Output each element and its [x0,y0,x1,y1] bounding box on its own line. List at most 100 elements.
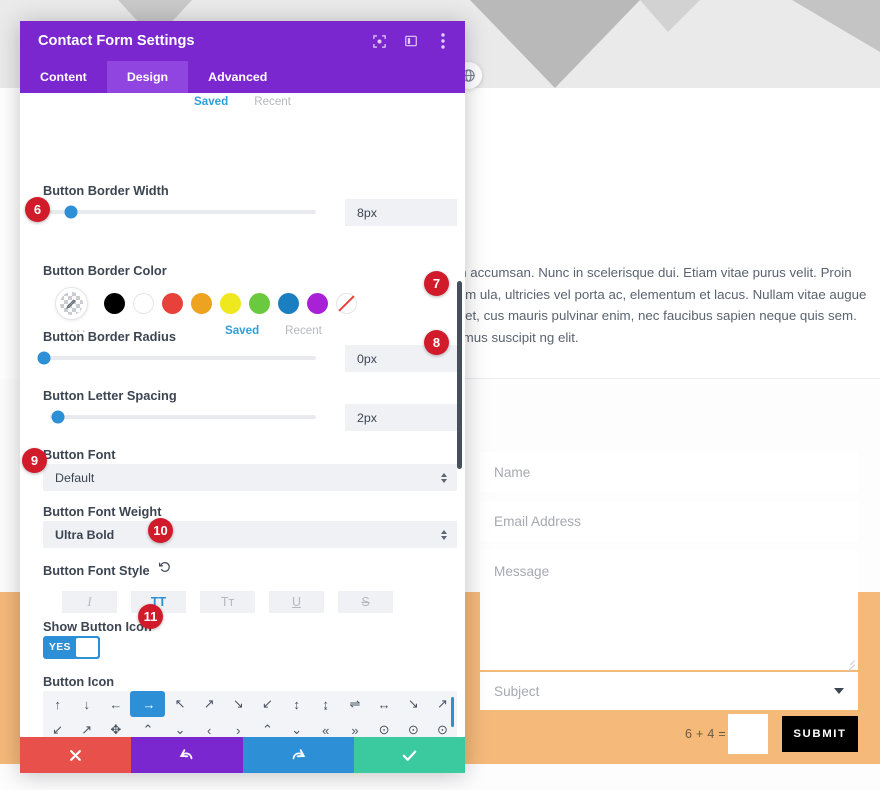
swatch-red[interactable] [162,293,183,314]
icon-option[interactable]: ⌃ [130,717,165,737]
font-style-smallcaps[interactable]: Tᴛ [200,591,255,613]
font-style-header: Button Font Style [43,561,171,579]
redo-button[interactable] [243,737,354,773]
icon-option[interactable]: « [311,717,340,737]
button-icon-picker[interactable]: ↑↓←→↖↗↘↙↕↨⇌↔↘↗↙↗✥⌃⌄‹›⌃⌄«»⊙⊙⊙⊙⊛⊛⊛⊛▲▼◀▶⊙⊙⊙… [43,691,457,737]
resize-handle-icon[interactable] [844,656,855,667]
captcha-row: 6 + 4 = SUBMIT [480,714,858,754]
icon-option[interactable]: ↗ [72,717,101,737]
icon-option[interactable]: ↨ [311,691,340,717]
icon-option[interactable]: ⇌ [340,691,369,717]
border-radius-slider-knob[interactable] [38,352,51,365]
border-radius-slider[interactable] [44,356,316,360]
letter-spacing-value[interactable]: 2px [345,404,457,431]
body-paragraph: ntum accumsan. Nunc in scelerisque dui. … [437,262,880,348]
icon-option[interactable]: ↘ [224,691,253,717]
more-vertical-icon[interactable] [435,33,451,49]
font-style-underline[interactable]: U [269,591,324,613]
icon-option[interactable]: ↙ [253,691,282,717]
button-font-select[interactable]: Default [43,464,457,491]
font-weight-value: Ultra Bold [55,528,441,542]
cancel-button[interactable] [20,737,131,773]
badge-8: 8 [424,330,449,355]
focus-target-icon[interactable] [371,33,387,49]
subject-select[interactable]: Subject [480,672,858,710]
icon-option[interactable]: ⊙ [370,717,399,737]
recent-link[interactable]: Recent [254,95,291,117]
border-color-custom-swatch[interactable] [56,288,87,319]
font-style-strikethrough[interactable]: S [338,591,393,613]
message-placeholder: Message [494,564,549,579]
swatch-green[interactable] [249,293,270,314]
badge-7: 7 [424,271,449,296]
border-color-label: Button Border Color [43,263,167,278]
modal-footer [20,737,465,773]
show-button-icon-toggle[interactable]: YES [43,636,100,659]
button-icon-selected[interactable]: → [130,691,165,717]
icon-picker-scrollbar[interactable] [451,697,454,727]
tab-content[interactable]: Content [20,61,107,93]
swatch-yellow[interactable] [220,293,241,314]
captcha-input[interactable] [728,714,768,754]
font-weight-label: Button Font Weight [43,504,161,519]
modal-title: Contact Form Settings [38,33,371,49]
icon-option[interactable]: ← [101,691,130,717]
border-width-label: Button Border Width [43,183,169,198]
undo-button[interactable] [131,737,242,773]
name-input[interactable]: Name [480,452,858,492]
icon-option[interactable]: ↘ [399,691,428,717]
swatch-none[interactable] [336,293,357,314]
icon-option[interactable]: ↓ [72,691,101,717]
icon-option[interactable]: ⌃ [253,717,282,737]
color-saved-link[interactable]: Saved [225,324,259,337]
check-icon [401,747,418,764]
captcha-question: 6 + 4 = [685,727,726,741]
email-input[interactable]: Email Address [480,501,858,541]
submit-button[interactable]: SUBMIT [782,716,858,752]
icon-option[interactable]: ⊙ [399,717,428,737]
icon-option[interactable]: ↗ [195,691,224,717]
border-radius-label: Button Border Radius [43,329,176,344]
icon-option[interactable]: ↙ [43,717,72,737]
font-style-italic[interactable]: I [62,591,117,613]
border-width-slider[interactable] [44,210,316,214]
tab-design[interactable]: Design [107,61,188,93]
modal-tabs: Content Design Advanced [20,61,465,93]
modal-scrollbar-track[interactable] [457,93,462,737]
icon-option[interactable]: ↑ [43,691,72,717]
swatch-orange[interactable] [191,293,212,314]
icon-option[interactable]: ⌄ [165,717,194,737]
show-button-icon-label: Show Button Icon [43,619,152,634]
icon-option[interactable]: › [224,717,253,737]
swatch-purple[interactable] [307,293,328,314]
modal-body: Saved Recent Button Border Width 8px But… [20,93,465,737]
font-style-label: Button Font Style [43,563,150,578]
swatch-blue[interactable] [278,293,299,314]
icon-option[interactable]: ↔ [370,691,399,717]
tab-advanced[interactable]: Advanced [188,61,287,93]
border-width-slider-knob[interactable] [65,206,78,219]
saved-link[interactable]: Saved [194,95,228,117]
save-button[interactable] [354,737,465,773]
button-font-label: Button Font [43,447,115,462]
letter-spacing-slider[interactable] [50,415,316,419]
reset-icon[interactable] [158,561,171,579]
swatch-white[interactable] [133,293,154,314]
border-color-swatch-list [104,293,357,314]
icon-option[interactable]: ⌄ [282,717,311,737]
icon-option[interactable]: ✥ [101,717,130,737]
icon-option[interactable]: ↖ [165,691,194,717]
undo-icon [178,747,195,764]
border-width-value[interactable]: 8px [345,199,457,226]
font-weight-select[interactable]: Ultra Bold [43,521,457,548]
letter-spacing-slider-knob[interactable] [51,411,64,424]
icon-option[interactable]: » [340,717,369,737]
swatch-black[interactable] [104,293,125,314]
layout-panel-icon[interactable] [403,33,419,49]
icon-option[interactable]: ‹ [195,717,224,737]
modal-scrollbar-thumb[interactable] [457,281,462,469]
color-recent-link[interactable]: Recent [285,324,322,337]
icon-option[interactable]: ↕ [282,691,311,717]
redo-icon [290,747,307,764]
message-input[interactable]: Message [480,550,858,670]
